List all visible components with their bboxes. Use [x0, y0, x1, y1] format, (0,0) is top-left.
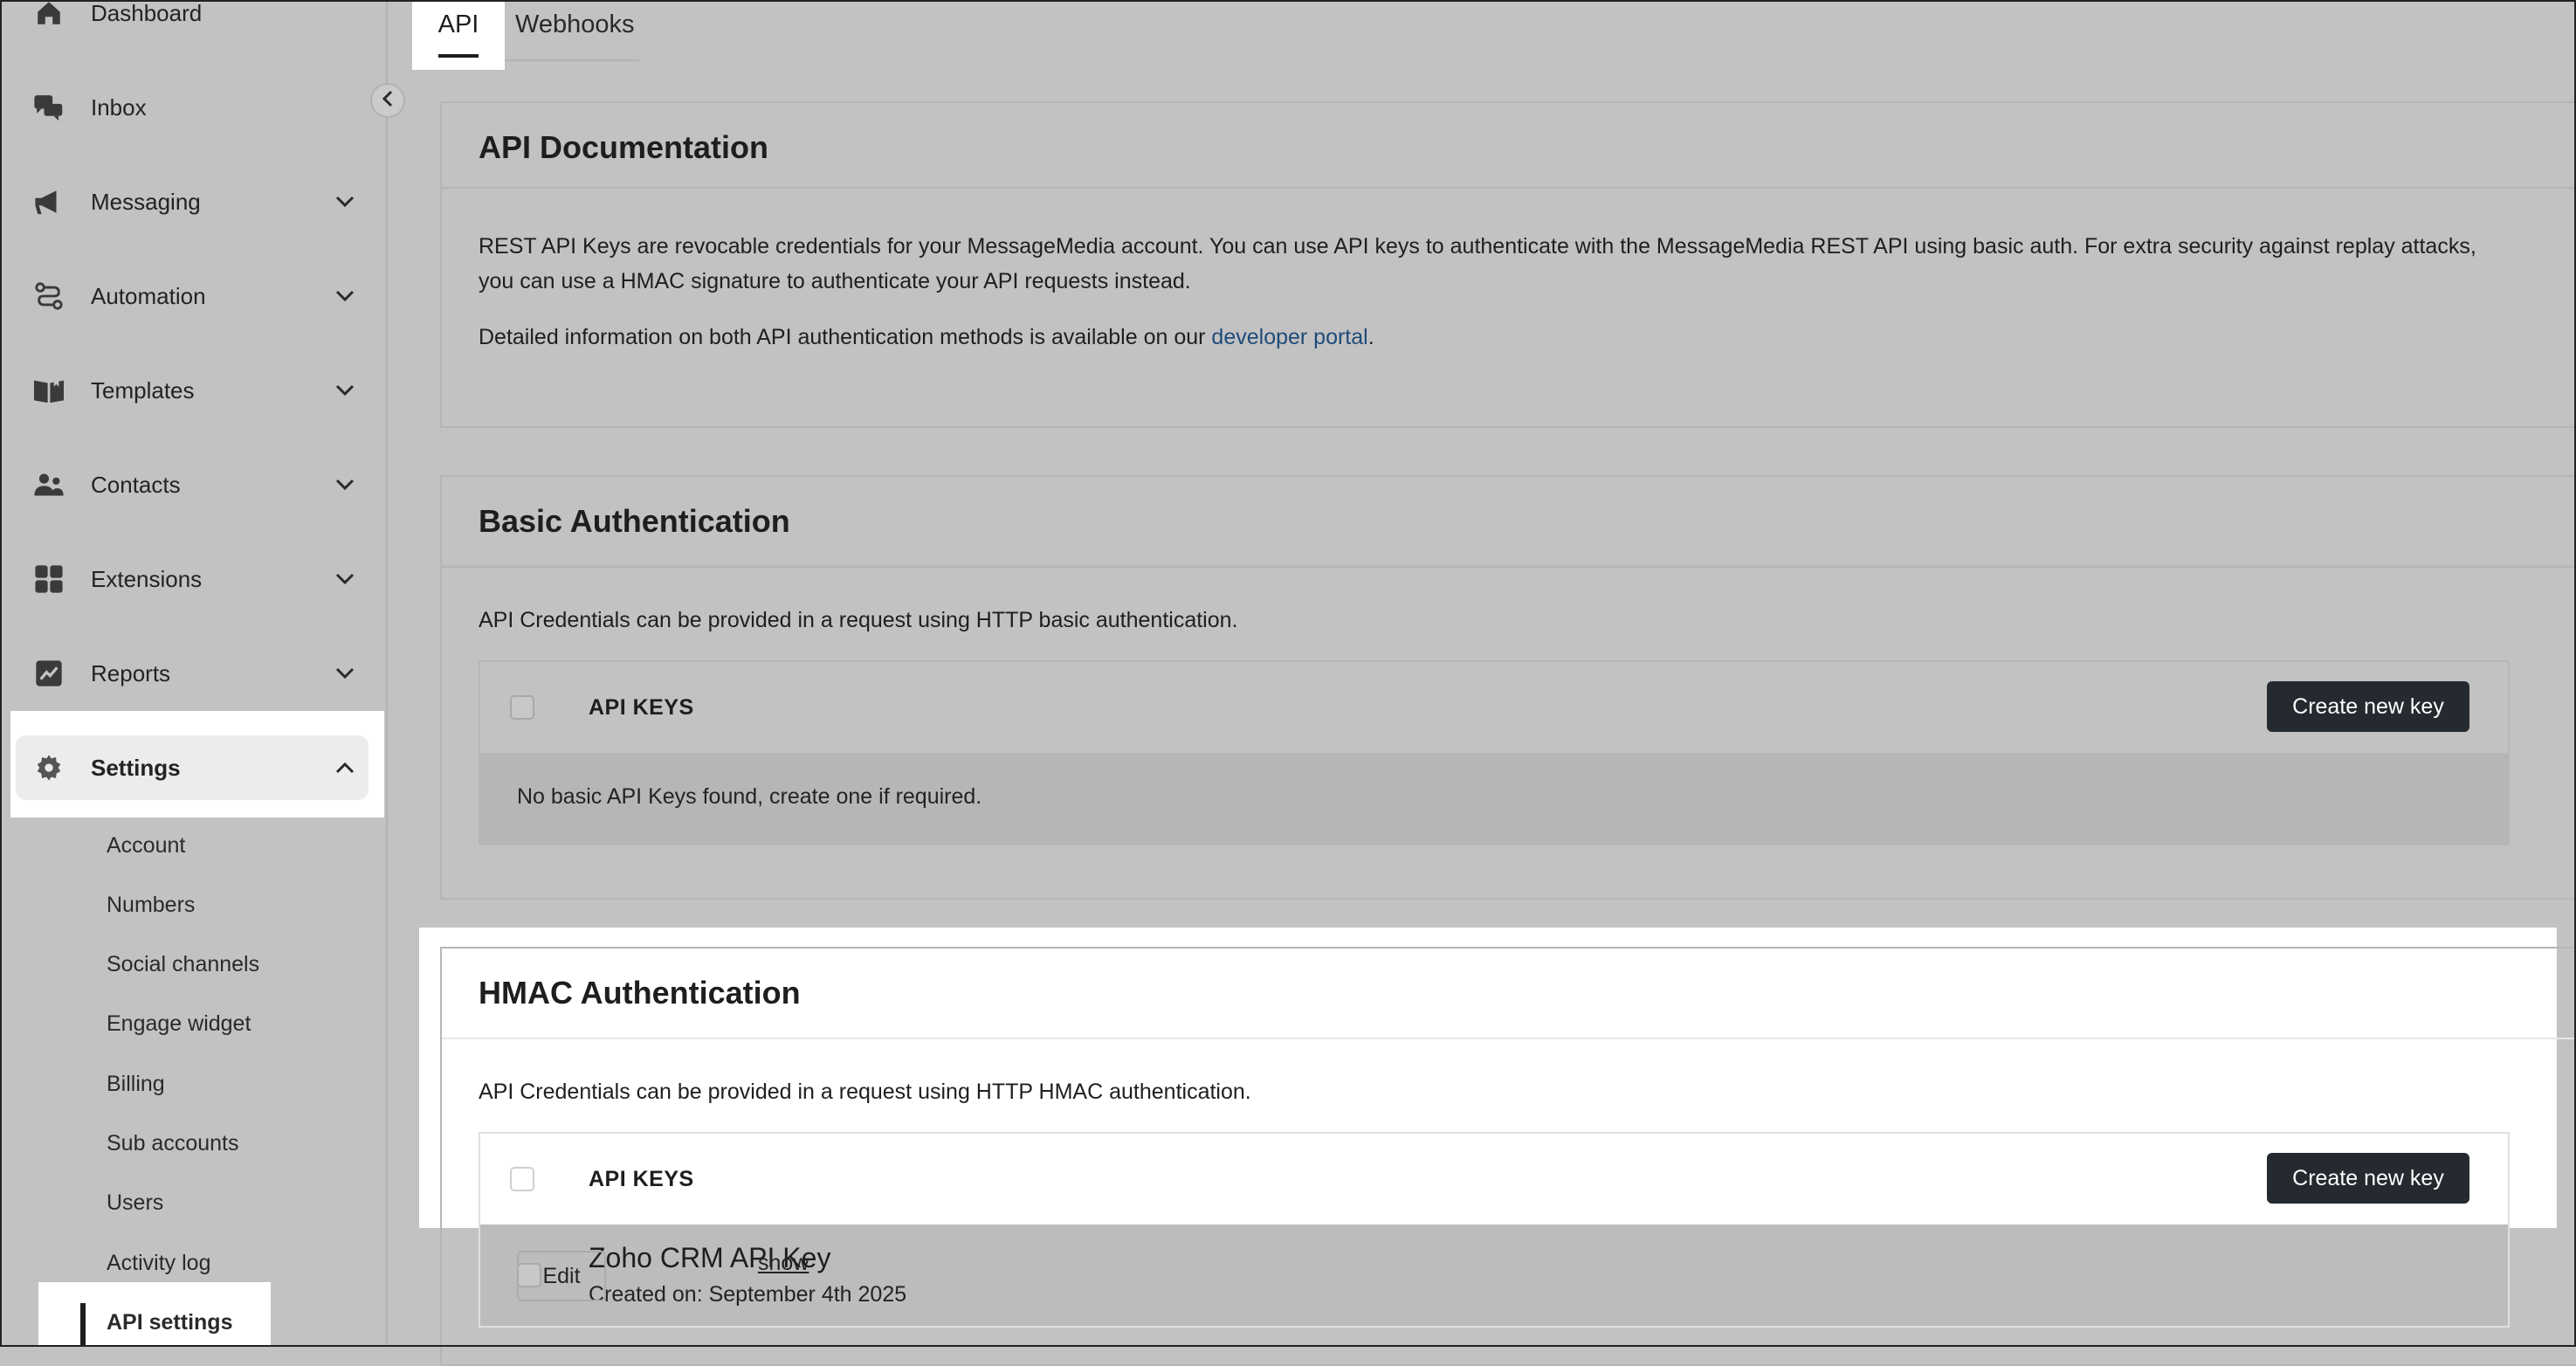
- settings-sub-users[interactable]: Users: [107, 1190, 163, 1216]
- settings-sub-social-channels[interactable]: Social channels: [107, 952, 259, 977]
- gear-icon: [31, 750, 66, 785]
- sidebar: Dashboard Inbox Messaging Automation Tem…: [0, 0, 388, 1347]
- api-keys-table: API KEYS Create new key Zoho CRM API Key…: [479, 1132, 2510, 1328]
- settings-sub-numbers[interactable]: Numbers: [107, 893, 195, 918]
- chevron-down-icon[interactable]: [332, 189, 358, 215]
- settings-sub-account[interactable]: Account: [107, 833, 185, 859]
- sidebar-item-contacts[interactable]: Contacts: [16, 452, 368, 517]
- book-icon: [31, 373, 66, 408]
- sidebar-item-settings[interactable]: Settings: [16, 735, 368, 800]
- text: Detailed information on both API authent…: [479, 325, 1212, 349]
- settings-sub-billing[interactable]: Billing: [107, 1072, 165, 1097]
- column-header: API KEYS: [589, 1167, 694, 1191]
- divider: [442, 566, 2576, 568]
- tab-label: API: [437, 10, 479, 38]
- chevron-down-icon[interactable]: [332, 660, 358, 686]
- sidebar-item-reports[interactable]: Reports: [16, 641, 368, 706]
- route-icon: [31, 279, 66, 314]
- table-header: API KEYS Create new key: [480, 662, 2508, 753]
- card-description: API Credentials can be provided in a req…: [479, 1080, 1251, 1104]
- home-icon: [31, 0, 66, 31]
- tab-api[interactable]: API: [412, 0, 505, 70]
- card-title: Basic Authentication: [479, 503, 790, 539]
- api-documentation-card: API Documentation REST API Keys are revo…: [440, 101, 2576, 428]
- select-all-checkbox[interactable]: [510, 1167, 534, 1191]
- sidebar-item-label: Messaging: [91, 188, 201, 215]
- active-indicator: [80, 1303, 86, 1347]
- table-header: API KEYS Create new key: [480, 1134, 2508, 1225]
- table-row: Zoho CRM API Key show Created on: Septem…: [480, 1225, 2508, 1326]
- divider: [442, 187, 2576, 189]
- settings-sub-sub-accounts[interactable]: Sub accounts: [107, 1131, 239, 1156]
- people-icon: [31, 467, 66, 502]
- settings-sub-engage-widget[interactable]: Engage widget: [107, 1011, 251, 1037]
- sidebar-item-extensions[interactable]: Extensions: [16, 547, 368, 611]
- chevron-up-icon[interactable]: [332, 755, 358, 781]
- empty-message: No basic API Keys found, create one if r…: [517, 784, 982, 809]
- developer-portal-text: Detailed information on both API authent…: [479, 320, 2576, 355]
- divider: [442, 1038, 2576, 1039]
- card-title: API Documentation: [479, 129, 769, 165]
- text: .: [1367, 325, 1374, 349]
- card-title: HMAC Authentication: [479, 975, 801, 1011]
- create-new-key-button[interactable]: Create new key: [2267, 1153, 2469, 1204]
- chart-icon: [31, 656, 66, 691]
- api-key-created-date: Created on: September 4th 2025: [589, 1282, 907, 1307]
- edit-key-button[interactable]: Edit: [517, 1251, 606, 1301]
- sidebar-item-label: Contacts: [91, 471, 181, 498]
- sidebar-item-inbox[interactable]: Inbox: [16, 75, 368, 140]
- select-all-checkbox[interactable]: [510, 695, 534, 720]
- active-tab-indicator: [438, 54, 479, 58]
- card-description: API Credentials can be provided in a req…: [479, 608, 1238, 632]
- grid-icon: [31, 562, 66, 597]
- sidebar-item-dashboard[interactable]: Dashboard: [16, 0, 368, 45]
- sidebar-item-label: Inbox: [91, 93, 147, 121]
- description-line-2: you can use a HMAC signature to authenti…: [479, 269, 1191, 293]
- sidebar-item-templates[interactable]: Templates: [16, 358, 368, 423]
- chevron-down-icon[interactable]: [332, 566, 358, 592]
- sidebar-item-automation[interactable]: Automation: [16, 264, 368, 328]
- create-new-key-button[interactable]: Create new key: [2267, 681, 2469, 732]
- basic-authentication-card: Basic Authentication API Credentials can…: [440, 475, 2576, 900]
- api-keys-table: API KEYS Create new key No basic API Key…: [479, 660, 2510, 845]
- sidebar-item-label: Reports: [91, 659, 171, 686]
- sidebar-item-messaging[interactable]: Messaging: [16, 169, 368, 234]
- column-header: API KEYS: [589, 695, 694, 720]
- tab-webhooks[interactable]: Webhooks: [515, 10, 635, 39]
- chat-bubbles-icon: [31, 90, 66, 125]
- chevron-down-icon[interactable]: [332, 377, 358, 404]
- megaphone-icon: [31, 184, 66, 219]
- chevron-down-icon[interactable]: [332, 283, 358, 309]
- chevron-left-icon: [382, 90, 394, 112]
- settings-sub-api-settings[interactable]: API settings: [107, 1310, 232, 1335]
- sidebar-item-label: Extensions: [91, 565, 203, 592]
- sidebar-item-label: Dashboard: [91, 0, 203, 26]
- sidebar-item-label: Templates: [91, 376, 195, 404]
- developer-portal-link[interactable]: developer portal: [1211, 325, 1367, 349]
- chevron-down-icon[interactable]: [332, 472, 358, 498]
- sidebar-item-label: Automation: [91, 282, 206, 309]
- sidebar-item-label: Settings: [91, 754, 181, 781]
- empty-state-row: No basic API Keys found, create one if r…: [480, 753, 2508, 844]
- hmac-authentication-card: HMAC Authentication API Credentials can …: [440, 947, 2576, 1366]
- description-line-1: REST API Keys are revocable credentials …: [479, 234, 2476, 259]
- collapse-sidebar-button[interactable]: [370, 83, 405, 118]
- show-key-link[interactable]: show: [758, 1251, 809, 1276]
- settings-sub-activity-log[interactable]: Activity log: [107, 1251, 210, 1276]
